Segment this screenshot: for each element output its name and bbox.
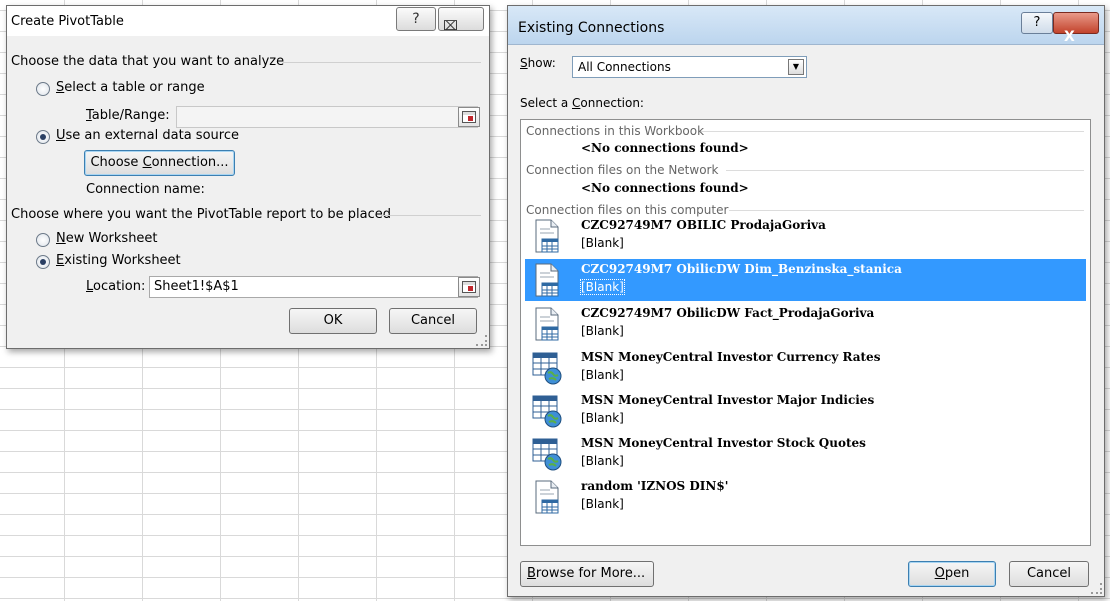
connection-item-name: CZC92749M7 ObilicDW Fact_ProdajaGoriva [581, 306, 875, 320]
chevron-down-icon[interactable]: ▼ [788, 59, 804, 75]
odc-file-icon [532, 219, 562, 253]
group-divider [381, 215, 481, 216]
close-icon: ⌧ [443, 19, 458, 34]
show-dropdown[interactable]: All Connections ▼ [572, 56, 807, 78]
existing-connections-dialog: Existing Connections ? X Show: All Conne… [507, 5, 1105, 597]
create-pivottable-dialog: Create PivotTable ? ⌧ Choose the data th… [6, 5, 490, 349]
connection-item-name: random 'IZNOS DIN$' [581, 479, 729, 493]
table-range-label: Table/Range: [86, 108, 170, 123]
connection-item-description: [Blank] [581, 497, 624, 511]
connection-item-name: MSN MoneyCentral Investor Stock Quotes [581, 436, 866, 450]
help-button[interactable]: ? [396, 7, 436, 31]
radio-external-data-source-label[interactable]: Use an external data source [56, 128, 239, 143]
choose-connection-button[interactable]: Choose Connection... [84, 150, 235, 176]
close-button[interactable]: X [1053, 12, 1099, 45]
section-header-network: Connection files on the Network [526, 163, 719, 177]
connection-item-description: [Blank] [580, 279, 625, 295]
cancel-button[interactable]: Cancel [1009, 561, 1089, 587]
dialog-title-bar: Create PivotTable ? ⌧ [7, 6, 489, 36]
table-range-input[interactable] [176, 106, 478, 128]
dialog-title: Create PivotTable [11, 14, 124, 29]
web-query-icon [532, 437, 562, 471]
connection-item-description: [Blank] [581, 368, 624, 382]
section-divider [701, 131, 1084, 132]
connections-list[interactable]: Connections in this Workbook <No connect… [520, 119, 1091, 546]
section-divider [726, 170, 1084, 171]
dialog-title-bar: Existing Connections ? X [508, 6, 1104, 45]
connection-item-name: CZC92749M7 OBILIC ProdajaGoriva [581, 218, 826, 232]
close-icon: X [1064, 29, 1075, 45]
browse-for-more-button[interactable]: Browse for More... [520, 561, 654, 587]
connection-item[interactable]: MSN MoneyCentral Investor Currency Rates… [525, 347, 1086, 389]
connection-item-name: CZC92749M7 ObilicDW Dim_Benzinska_stanic… [581, 262, 902, 276]
radio-external-data-source[interactable] [36, 130, 50, 144]
ok-button[interactable]: OK [289, 308, 377, 334]
connection-item-description: [Blank] [581, 236, 624, 250]
radio-select-table-range-label[interactable]: Select a table or range [56, 80, 205, 95]
radio-existing-worksheet[interactable] [36, 255, 50, 269]
no-connections-text: <No connections found> [581, 181, 749, 195]
help-button[interactable]: ? [1021, 12, 1053, 34]
location-input[interactable]: Sheet1!$A$1 [149, 276, 478, 298]
connection-item[interactable]: MSN MoneyCentral Investor Major Indicies… [525, 390, 1086, 432]
radio-existing-worksheet-label[interactable]: Existing Worksheet [56, 253, 181, 268]
show-label: Show: [520, 56, 556, 70]
location-value: Sheet1!$A$1 [154, 279, 239, 294]
section-header-workbook: Connections in this Workbook [526, 124, 705, 138]
dialog-title: Existing Connections [518, 20, 665, 36]
connection-item-description: [Blank] [581, 324, 624, 338]
group-divider [283, 62, 481, 63]
connection-name-label: Connection name: [86, 182, 205, 197]
no-connections-text: <No connections found> [581, 141, 749, 155]
range-picker-icon[interactable] [458, 277, 480, 297]
section-divider [729, 210, 1084, 211]
show-dropdown-value: All Connections [578, 60, 671, 74]
close-button[interactable]: ⌧ [438, 7, 484, 34]
connection-item[interactable]: CZC92749M7 OBILIC ProdajaGoriva [Blank] [525, 215, 1086, 257]
resize-grip[interactable] [1091, 583, 1102, 594]
resize-grip[interactable] [476, 335, 487, 346]
radio-select-table-range[interactable] [36, 82, 50, 96]
web-query-icon [532, 394, 562, 428]
connection-item-description: [Blank] [581, 411, 624, 425]
odc-file-icon [532, 480, 562, 514]
select-connection-label: Select a Connection: [520, 96, 644, 110]
cancel-button[interactable]: Cancel [389, 308, 477, 334]
group-data-source-label: Choose the data that you want to analyze [11, 54, 285, 69]
connection-item-name: MSN MoneyCentral Investor Major Indicies [581, 393, 875, 407]
connection-item[interactable]: MSN MoneyCentral Investor Stock Quotes [B… [525, 433, 1086, 475]
web-query-icon [532, 351, 562, 385]
connection-item[interactable]: CZC92749M7 ObilicDW Fact_ProdajaGoriva [B… [525, 303, 1086, 345]
location-label: Location: [86, 279, 146, 294]
group-placement-label: Choose where you want the PivotTable rep… [11, 207, 392, 222]
odc-file-icon [532, 263, 562, 297]
connection-item[interactable]: CZC92749M7 ObilicDW Dim_Benzinska_stanic… [525, 259, 1086, 301]
connection-item-name: MSN MoneyCentral Investor Currency Rates [581, 350, 881, 364]
connection-item[interactable]: random 'IZNOS DIN$' [Blank] [525, 476, 1086, 518]
radio-new-worksheet-label[interactable]: New Worksheet [56, 231, 158, 246]
radio-new-worksheet[interactable] [36, 233, 50, 247]
range-picker-icon[interactable] [458, 107, 480, 127]
open-button[interactable]: Open [908, 561, 996, 587]
odc-file-icon [532, 307, 562, 341]
connection-item-description: [Blank] [581, 454, 624, 468]
